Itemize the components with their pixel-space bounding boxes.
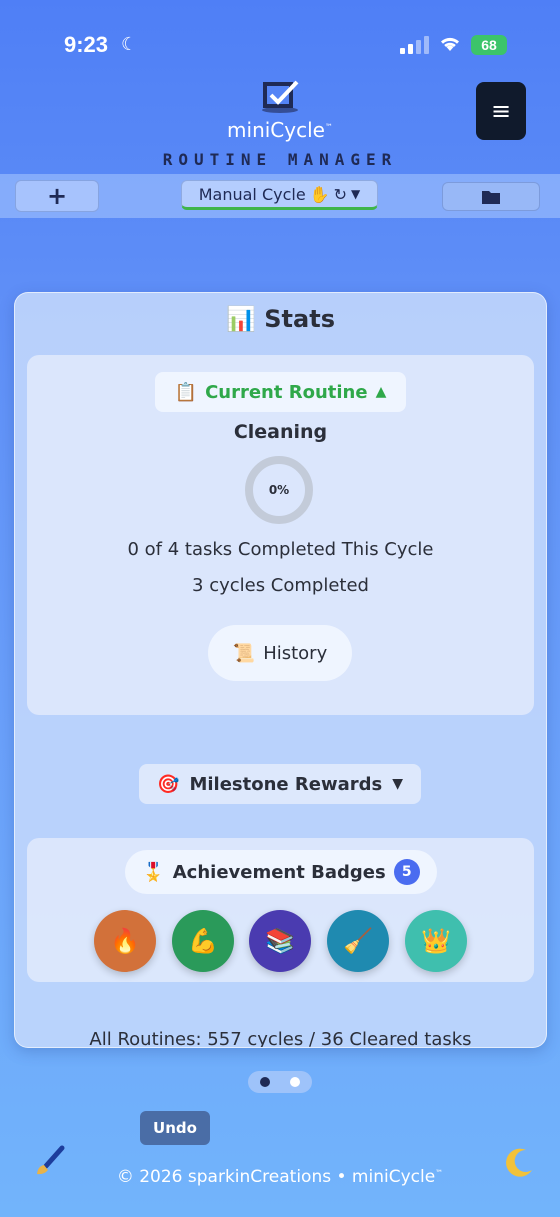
- muscle-badge-icon[interactable]: 💪: [172, 910, 234, 972]
- page-subtitle: ROUTINE MANAGER: [162, 150, 398, 169]
- stats-title: 📊 Stats: [15, 305, 546, 333]
- hamburger-icon: ≡: [490, 97, 512, 125]
- cycles-completed-text: 3 cycles Completed: [192, 575, 369, 596]
- bar-chart-icon: 📊: [226, 305, 256, 333]
- undo-button[interactable]: Undo: [140, 1111, 210, 1145]
- crown-badge-icon[interactable]: 👑: [405, 910, 467, 972]
- milestone-rewards-label: Milestone Rewards: [189, 773, 383, 795]
- current-routine-label: Current Routine: [205, 381, 368, 403]
- routine-name: Cleaning: [233, 421, 328, 443]
- page-dot[interactable]: [260, 1077, 270, 1087]
- battery-icon: 68: [471, 35, 507, 55]
- checkbox-logo-icon: [262, 80, 299, 113]
- scroll-icon: 📜: [232, 642, 256, 664]
- stats-title-text: Stats: [264, 305, 335, 333]
- cycle-icon: ↻: [333, 184, 348, 204]
- achievement-badges-header: 🎖️ Achievement Badges 5: [125, 850, 437, 894]
- add-task-button[interactable]: +: [15, 180, 99, 212]
- app-name-tm: ™: [324, 122, 333, 132]
- current-routine-toggle[interactable]: 📋 Current Routine ▲: [155, 372, 406, 412]
- status-bar: 9:23 ☾ 68: [0, 0, 560, 80]
- progress-percent: 0%: [268, 483, 290, 497]
- hand-icon: ✋: [309, 184, 330, 204]
- app-name-text: miniCycle: [227, 118, 325, 142]
- footer-text: © 2026 sparkinCreations • miniCycle: [116, 1167, 436, 1187]
- wifi-icon: [441, 37, 459, 51]
- badge-count: 5: [393, 859, 420, 885]
- target-icon: 🎯: [157, 773, 180, 795]
- history-button[interactable]: 📜 History: [208, 625, 352, 681]
- focus-moon-icon: ☾: [121, 34, 138, 55]
- chevron-down-icon: ▼: [351, 187, 361, 201]
- folder-icon: [482, 190, 500, 204]
- footer-tm: ™: [435, 1168, 444, 1178]
- clipboard-icon: 📋: [174, 381, 198, 403]
- menu-button[interactable]: ≡: [476, 82, 526, 140]
- page-dot[interactable]: [290, 1077, 300, 1087]
- chevron-up-icon: ▲: [375, 384, 387, 400]
- broom-badge-icon[interactable]: 🧹: [327, 910, 389, 972]
- current-routine-panel: 📋 Current Routine ▲ Cleaning 0% 0 of 4 t…: [27, 355, 534, 715]
- all-routines-summary: All Routines: 557 cycles / 36 Cleared ta…: [89, 1029, 472, 1048]
- status-time: 9:23: [64, 32, 109, 57]
- achievement-badges-label: Achievement Badges: [172, 861, 386, 883]
- signal-icon: [400, 36, 430, 54]
- stats-card: 📊 Stats 📋 Current Routine ▲ Cleaning 0% …: [14, 292, 547, 1048]
- chevron-down-icon: ▼: [392, 776, 403, 792]
- history-label: History: [263, 642, 328, 664]
- achievement-badges-panel: 🎖️ Achievement Badges 5 🔥 💪 📚 🧹 👑: [27, 838, 534, 982]
- page-indicator[interactable]: [248, 1071, 312, 1093]
- tasks-completed-text: 0 of 4 tasks Completed This Cycle: [127, 539, 434, 560]
- cycle-mode-label: Manual Cycle: [198, 184, 306, 204]
- milestone-rewards-toggle[interactable]: 🎯 Milestone Rewards ▼: [139, 764, 421, 804]
- fire-badge-icon[interactable]: 🔥: [94, 910, 156, 972]
- footer-copyright: © 2026 sparkinCreations • miniCycle™: [0, 1167, 560, 1187]
- cycle-mode-select[interactable]: Manual Cycle ✋ ↻ ▼: [181, 180, 378, 210]
- folder-button[interactable]: [442, 182, 540, 211]
- medal-icon: 🎖️: [142, 861, 165, 883]
- toolbar: + Manual Cycle ✋ ↻ ▼: [0, 174, 560, 218]
- books-badge-icon[interactable]: 📚: [249, 910, 311, 972]
